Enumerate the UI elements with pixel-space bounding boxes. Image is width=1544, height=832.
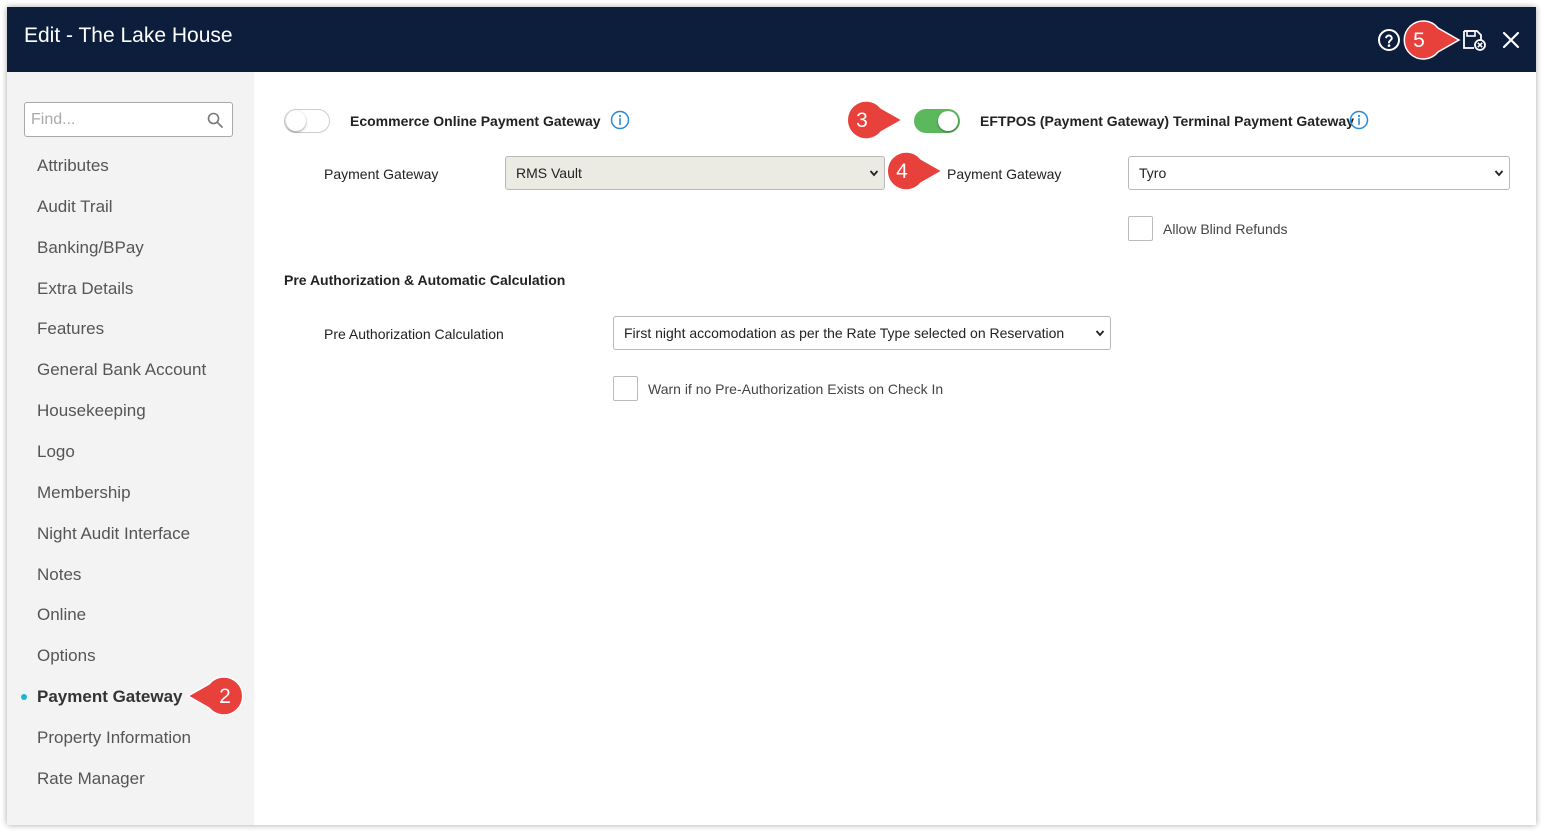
callout-4-label: 4 <box>896 160 908 183</box>
sidebar-item-rate-manager[interactable]: Rate Manager <box>37 769 145 789</box>
eftpos-gateway-toggle[interactable] <box>914 109 960 133</box>
window-title: Edit - The Lake House <box>24 24 233 47</box>
callout-2-label: 2 <box>219 685 231 708</box>
allow-blind-refunds-checkbox[interactable] <box>1128 216 1153 241</box>
callout-3-label: 3 <box>856 109 868 132</box>
callout-2: 2 <box>186 676 244 716</box>
warn-no-preauth-checkbox[interactable] <box>613 376 638 401</box>
sidebar-item-features[interactable]: Features <box>37 319 104 339</box>
chevron-down-icon <box>1494 170 1504 177</box>
sidebar-item-housekeeping[interactable]: Housekeeping <box>37 401 146 421</box>
sidebar-item-attributes[interactable]: Attributes <box>37 156 109 176</box>
sidebar-item-options[interactable]: Options <box>37 646 96 666</box>
callout-5: 5 <box>1403 20 1461 60</box>
ecommerce-payment-gateway-value: RMS Vault <box>516 165 582 181</box>
sidebar-item-membership[interactable]: Membership <box>37 483 131 503</box>
sidebar-item-banking-bpay[interactable]: Banking/BPay <box>37 238 144 258</box>
info-icon[interactable] <box>1349 110 1369 130</box>
preauth-section-title: Pre Authorization & Automatic Calculatio… <box>284 272 566 288</box>
preauth-calculation-label: Pre Authorization Calculation <box>324 326 504 342</box>
chevron-down-icon <box>1095 330 1105 337</box>
sidebar-item-logo[interactable]: Logo <box>37 442 75 462</box>
eftpos-gateway-label: EFTPOS (Payment Gateway) Terminal Paymen… <box>980 113 1354 129</box>
ecommerce-gateway-label: Ecommerce Online Payment Gateway <box>350 113 601 129</box>
callout-3: 3 <box>846 100 904 140</box>
allow-blind-refunds-label: Allow Blind Refunds <box>1163 221 1288 237</box>
sidebar-item-online[interactable]: Online <box>37 605 86 625</box>
callout-5-label: 5 <box>1413 29 1425 52</box>
save-close-icon[interactable] <box>1461 28 1486 52</box>
search-icon[interactable] <box>207 112 223 128</box>
ecommerce-payment-gateway-select[interactable]: RMS Vault <box>505 156 885 190</box>
eftpos-payment-gateway-select[interactable]: Tyro <box>1128 156 1510 190</box>
edit-window: Edit - The Lake House Attributes Audit T… <box>7 7 1536 825</box>
warn-no-preauth-label: Warn if no Pre-Authorization Exists on C… <box>648 381 944 397</box>
info-icon[interactable] <box>610 110 630 130</box>
find-input[interactable] <box>24 102 233 137</box>
eftpos-payment-gateway-label: Payment Gateway <box>947 166 1062 182</box>
preauth-calculation-value: First night accomodation as per the Rate… <box>624 325 1065 341</box>
sidebar-item-general-bank-account[interactable]: General Bank Account <box>37 360 206 380</box>
callout-4: 4 <box>886 151 944 191</box>
sidebar-item-audit-trail[interactable]: Audit Trail <box>37 197 113 217</box>
sidebar-item-property-information[interactable]: Property Information <box>37 728 191 748</box>
sidebar-item-payment-gateway[interactable]: Payment Gateway <box>37 687 183 707</box>
sidebar-item-night-audit-interface[interactable]: Night Audit Interface <box>37 524 190 544</box>
window-header: Edit - The Lake House <box>7 7 1536 72</box>
sidebar-item-extra-details[interactable]: Extra Details <box>37 279 133 299</box>
sidebar-item-notes[interactable]: Notes <box>37 565 81 585</box>
ecommerce-payment-gateway-label: Payment Gateway <box>324 166 439 182</box>
close-icon[interactable] <box>1499 28 1523 52</box>
ecommerce-gateway-toggle[interactable] <box>284 109 330 133</box>
preauth-calculation-select[interactable]: First night accomodation as per the Rate… <box>613 316 1111 350</box>
eftpos-payment-gateway-value: Tyro <box>1139 165 1167 181</box>
active-indicator-dot <box>21 694 27 700</box>
